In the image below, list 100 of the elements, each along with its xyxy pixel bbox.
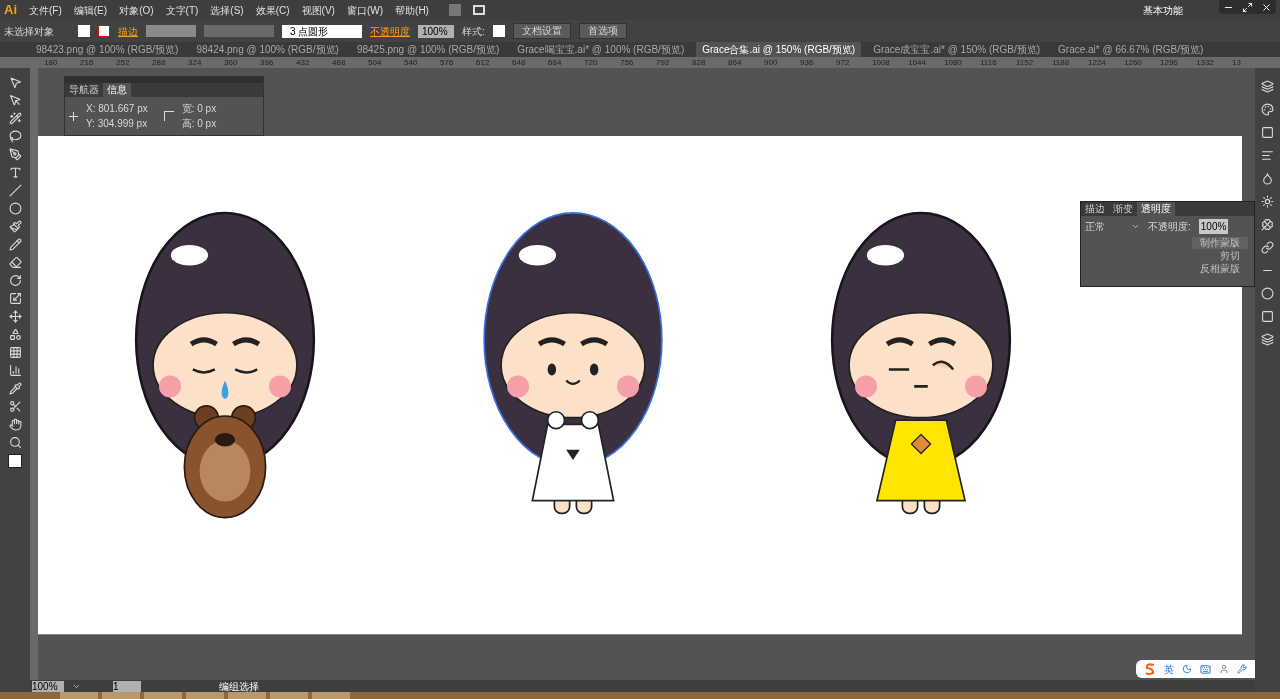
current-tool-status[interactable]: 编组选择 (219, 678, 259, 694)
pencil-icon[interactable] (8, 238, 22, 251)
style-swatch[interactable] (492, 25, 505, 37)
fill-swatch[interactable] (78, 25, 90, 37)
zoom-icon[interactable] (8, 436, 22, 449)
menu-item[interactable]: 窗口(W) (346, 2, 384, 18)
ruler-label: 360 (224, 57, 239, 68)
hand-icon[interactable] (8, 418, 22, 431)
panel-tab[interactable]: 渐变 (1109, 202, 1137, 216)
mask-button[interactable]: 反相蒙版 (1192, 263, 1248, 275)
ruler-label: 972 (836, 57, 851, 68)
ruler-label: 576 (440, 57, 455, 68)
ruler-label: 1044 (908, 57, 927, 68)
zoom-field[interactable]: 100% (32, 680, 64, 692)
brush-dropdown[interactable]: 3 点圆形 (282, 24, 362, 38)
user-icon[interactable] (1219, 664, 1229, 674)
type-icon[interactable] (8, 166, 22, 179)
menu-item[interactable]: 视图(V) (301, 2, 335, 18)
moon-icon[interactable] (1182, 664, 1192, 674)
mesh-icon[interactable] (8, 346, 22, 359)
fill-stroke-swatch[interactable] (8, 454, 22, 468)
line-icon[interactable] (8, 184, 22, 197)
opacity-field[interactable]: 100% (418, 24, 454, 38)
document-tab[interactable]: Grace成宝宝.ai* @ 150% (RGB/预览) (867, 42, 1047, 57)
wrench-icon[interactable] (1237, 664, 1247, 674)
panel-tab[interactable]: 描边 (1081, 202, 1109, 216)
ruler-label: 720 (584, 57, 599, 68)
lasso-icon[interactable] (8, 130, 22, 143)
brush-icon[interactable] (8, 220, 22, 233)
magic-wand-icon[interactable] (8, 112, 22, 125)
scissors-icon[interactable] (8, 400, 22, 413)
opacity-label[interactable]: 不透明度 (370, 23, 410, 39)
square-icon[interactable] (1261, 310, 1274, 323)
direct-selection-icon[interactable] (8, 94, 22, 107)
ruler-label: 396 (260, 57, 275, 68)
layout-icon[interactable] (472, 5, 485, 15)
eraser-icon[interactable] (8, 256, 22, 269)
workspace-switcher[interactable]: 基本功能 (1143, 2, 1183, 18)
toolbar-button[interactable]: 文档设置 (512, 23, 571, 39)
mask-button[interactable]: 剪切 (1212, 250, 1248, 262)
size-icon (163, 111, 174, 121)
menu-item[interactable]: 文件(F) (29, 2, 62, 18)
circle-icon[interactable] (1261, 287, 1274, 300)
mask-button[interactable]: 制作蒙版 (1192, 237, 1248, 249)
document-tab[interactable]: Grace喝宝宝.ai* @ 100% (RGB/预览) (511, 42, 691, 57)
ruler-label: 252 (116, 57, 131, 68)
menu-item[interactable]: 对象(O) (119, 2, 154, 18)
ruler-label: 612 (476, 57, 491, 68)
menu-item[interactable]: 效果(C) (255, 2, 290, 18)
panel-tab[interactable]: 透明度 (1137, 202, 1175, 216)
palette-icon[interactable] (1261, 103, 1274, 116)
close-icon[interactable] (1261, 1, 1272, 13)
menu-item[interactable]: 文字(T) (165, 2, 199, 18)
eyedropper-icon[interactable] (8, 382, 22, 395)
link-icon[interactable] (1261, 241, 1274, 254)
opacity-label: 不透明度: (1148, 220, 1191, 234)
toolbar-button[interactable]: 首选项 (578, 23, 627, 39)
ellipse-icon[interactable] (8, 202, 22, 215)
move-icon[interactable] (8, 310, 22, 323)
rotate-icon[interactable] (8, 274, 22, 287)
menu-item[interactable]: 编辑(E) (73, 2, 108, 18)
stroke-weight-field[interactable] (146, 25, 196, 37)
sun-icon[interactable] (1261, 195, 1274, 208)
variable-width-field[interactable] (204, 25, 274, 37)
selection-status: 未选择对象 (4, 24, 54, 39)
width-value: 宽: 0 px (181, 102, 217, 116)
restore-icon[interactable] (1242, 1, 1253, 13)
ruler-label: 1116 (980, 57, 998, 68)
ruler-label: 1152 (1016, 57, 1035, 68)
bar-chart-icon[interactable] (8, 364, 22, 377)
selection-arrow-icon[interactable] (8, 76, 22, 89)
layers-icon[interactable] (1261, 333, 1274, 346)
menu-item[interactable]: 帮助(H) (395, 2, 429, 18)
keyboard-icon[interactable] (1200, 663, 1211, 675)
ruler-label: 792 (656, 57, 671, 68)
document-tab[interactable]: 98425.png @ 100% (RGB/预览) (350, 42, 506, 57)
menu-item[interactable]: 选择(S) (210, 2, 244, 18)
document-tab[interactable]: 98423.png @ 100% (RGB/预览) (30, 42, 185, 57)
opacity-field[interactable]: 100% (1198, 219, 1229, 234)
input-mode-toggle[interactable]: 英 (1164, 661, 1174, 677)
layers-icon[interactable] (1261, 80, 1274, 93)
stroke-label[interactable]: 描边 (118, 23, 138, 39)
align-icon[interactable] (1261, 149, 1274, 162)
pen-icon[interactable] (8, 148, 22, 161)
panel-tab[interactable]: 导航器 (65, 83, 103, 97)
stroke-swatch[interactable] (98, 25, 110, 37)
blend-mode-dropdown[interactable]: 正常 (1085, 219, 1140, 234)
shapes-icon[interactable] (8, 328, 22, 341)
clover-icon[interactable] (1261, 218, 1274, 231)
document-tab[interactable]: 98424.png @ 100% (RGB/预览) (190, 42, 345, 57)
ruler-label: 1296 (1160, 57, 1179, 68)
scale-icon[interactable] (8, 292, 22, 305)
document-tab[interactable]: Grace.ai* @ 66.67% (RGB/预览) (1052, 42, 1210, 57)
document-tab[interactable]: Grace合集.ai @ 150% (RGB/预览) (696, 42, 862, 57)
y-coordinate: Y: 304.999 px (86, 117, 148, 131)
ruler-label: 468 (332, 57, 347, 68)
droplet-icon[interactable] (1261, 172, 1274, 185)
page-field[interactable]: 1 (113, 680, 141, 692)
panel-tab[interactable]: 信息 (103, 83, 131, 97)
square-icon[interactable] (1261, 126, 1274, 139)
